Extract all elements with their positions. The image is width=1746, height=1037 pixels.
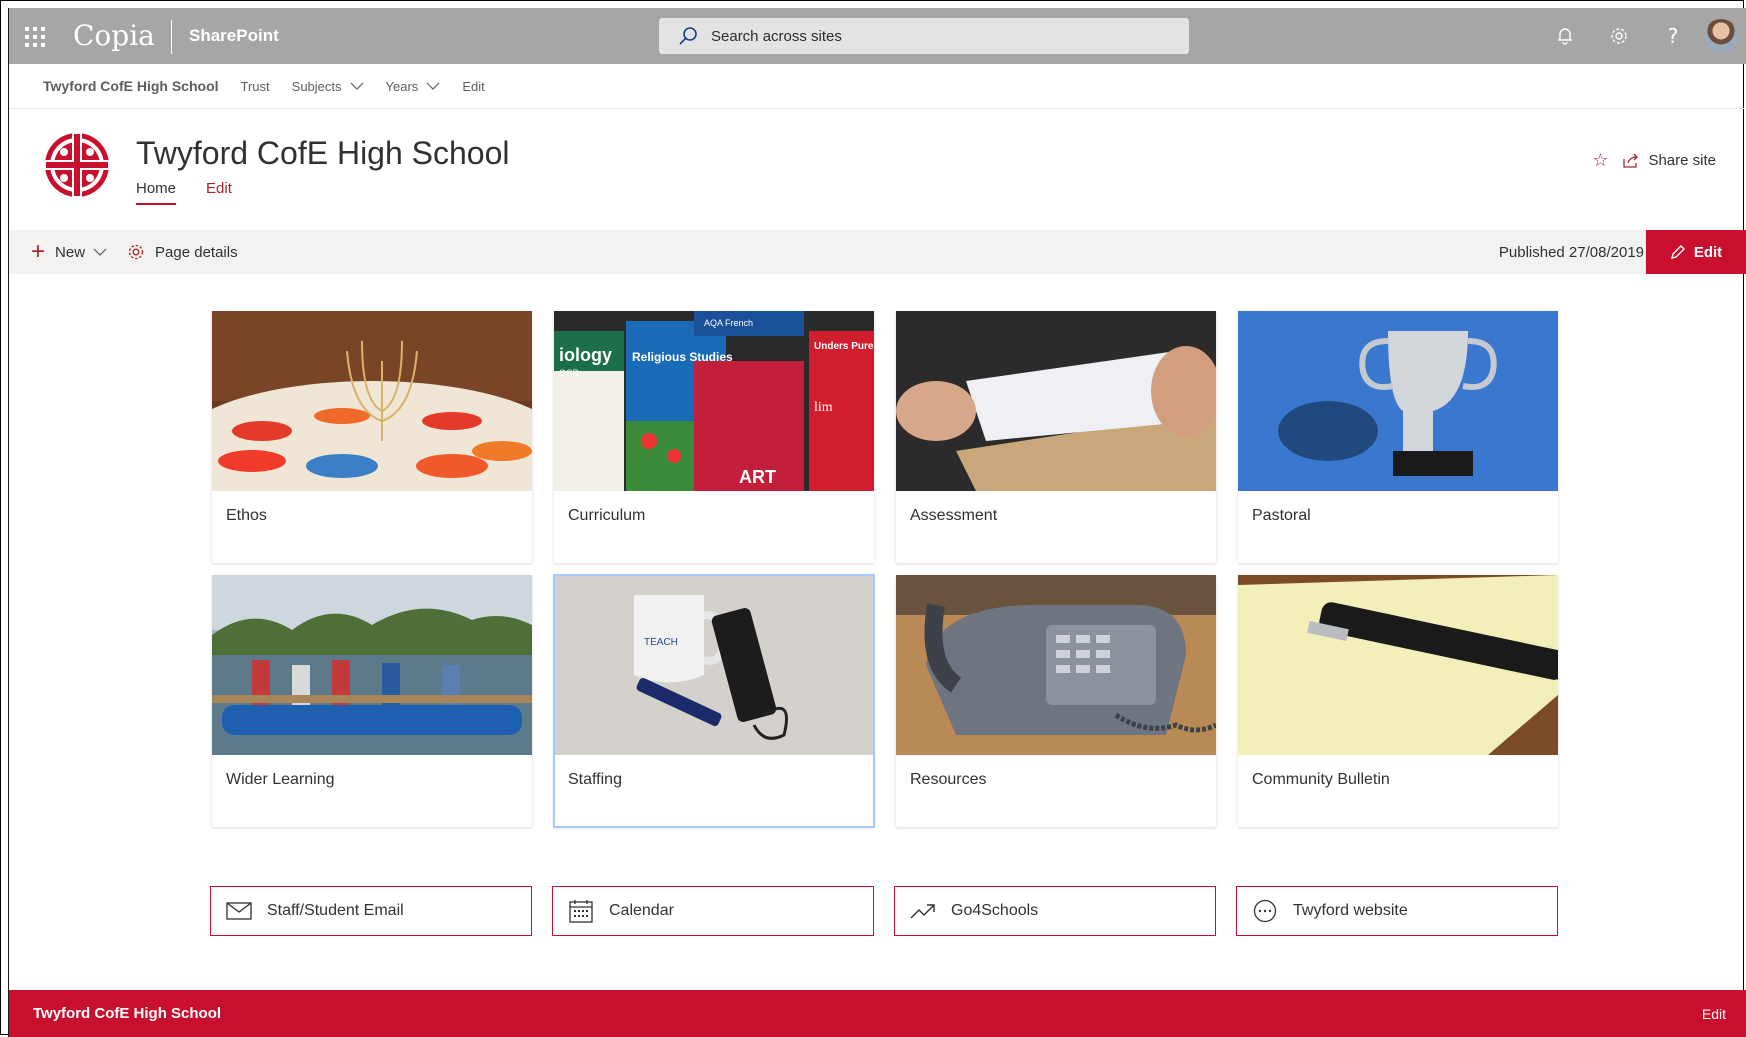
tile-label: Ethos <box>226 507 267 524</box>
quick-link-website[interactable]: Twyford website <box>1236 886 1558 936</box>
share-icon <box>1623 153 1639 168</box>
quick-link-email[interactable]: Staff/Student Email <box>210 886 532 936</box>
hub-nav-label: Trust <box>240 78 270 94</box>
product-name[interactable]: SharePoint <box>189 26 279 46</box>
resources-image <box>896 575 1216 755</box>
hub-nav-label: Subjects <box>291 78 342 94</box>
chevron-down-icon <box>350 82 363 90</box>
avatar[interactable] <box>1700 8 1746 64</box>
trending-icon <box>909 897 937 925</box>
assessment-image <box>896 311 1216 491</box>
share-site-label: Share site <box>1648 152 1716 169</box>
book-text-art: ART <box>739 467 776 487</box>
chevron-down-icon <box>93 248 107 256</box>
site-navigation: Home Edit <box>136 180 232 205</box>
chevron-down-icon <box>426 82 440 90</box>
curriculum-image: iology OCR Religious Studies AQA French … <box>554 311 874 491</box>
help-icon[interactable]: ? <box>1646 8 1700 64</box>
hub-home-link[interactable]: Twyford CofE High School <box>43 78 219 94</box>
site-title[interactable]: Twyford CofE High School <box>136 135 510 172</box>
book-text-aqa-french: AQA French <box>704 318 753 328</box>
book-text-ocr: OCR <box>559 368 580 378</box>
suite-bar: Copia SharePoint Search across sites ? <box>9 8 1746 64</box>
pastoral-image <box>1238 311 1558 491</box>
tile-label: Assessment <box>910 507 998 524</box>
hub-nav-edit[interactable]: Edit <box>462 79 484 94</box>
mail-icon <box>225 897 253 925</box>
quick-link-label: Calendar <box>609 902 674 919</box>
quick-link-calendar[interactable]: Calendar <box>552 886 874 936</box>
new-label: New <box>55 243 86 261</box>
pencil-icon <box>1670 245 1685 259</box>
tile-staffing[interactable]: TEACH Staffing <box>553 574 875 828</box>
mug-text: TEACH <box>644 637 678 648</box>
gear-icon[interactable] <box>1592 8 1646 64</box>
search-placeholder: Search across sites <box>711 27 842 45</box>
tab-edit[interactable]: Edit <box>206 180 232 205</box>
waffle-icon[interactable] <box>23 25 47 49</box>
wider-learning-image <box>212 575 532 755</box>
quick-link-label: Go4Schools <box>951 902 1039 919</box>
site-footer: Twyford CofE High School Edit <box>9 990 1746 1037</box>
page-details-label: Page details <box>155 243 238 261</box>
footer-site-name[interactable]: Twyford CofE High School <box>33 1005 221 1022</box>
tab-home[interactable]: Home <box>136 180 177 205</box>
tile-grid: Ethos iology OCR Religious Studies AQA F… <box>212 311 1558 828</box>
tile-label: Wider Learning <box>226 771 335 788</box>
tile-wider-learning[interactable]: Wider Learning <box>212 575 532 827</box>
edit-page-label: Edit <box>1693 243 1723 261</box>
new-button[interactable]: + New <box>31 230 107 274</box>
search-box[interactable]: Search across sites <box>659 18 1189 54</box>
command-bar: + New Page details Published 27/08/2019 … <box>9 230 1746 274</box>
tile-resources[interactable]: Resources <box>896 575 1216 827</box>
tile-curriculum[interactable]: iology OCR Religious Studies AQA French … <box>554 311 874 563</box>
globe-icon <box>1251 897 1279 925</box>
tile-label: Curriculum <box>568 507 646 524</box>
share-site-button[interactable]: Share site <box>1622 152 1716 169</box>
staffing-image: TEACH <box>554 575 874 755</box>
tile-community-bulletin[interactable]: Community Bulletin <box>1238 575 1558 827</box>
footer-edit-link[interactable]: Edit <box>1702 1006 1726 1022</box>
page-details-button[interactable]: Page details <box>127 230 238 274</box>
gear-icon <box>128 244 144 260</box>
brand-name[interactable]: Copia <box>73 16 155 56</box>
quick-link-label: Twyford website <box>1293 902 1408 919</box>
plus-icon: + <box>31 238 46 265</box>
tile-label: Community Bulletin <box>1252 771 1390 788</box>
school-logo[interactable] <box>42 130 112 200</box>
tile-ethos[interactable]: Ethos <box>212 311 532 563</box>
hub-navigation: Twyford CofE High School Trust Subjects … <box>9 64 1746 109</box>
quick-link-label: Staff/Student Email <box>267 902 404 919</box>
hub-nav-trust[interactable]: Trust <box>241 79 270 94</box>
hub-nav-years[interactable]: Years <box>386 79 441 94</box>
site-actions: ☆ Share site <box>1592 150 1716 171</box>
book-text-lim: lim <box>814 400 833 415</box>
quick-link-go4schools[interactable]: Go4Schools <box>894 886 1216 936</box>
bell-icon[interactable] <box>1538 8 1592 64</box>
hub-nav-label: Years <box>385 78 419 94</box>
published-status: Published 27/08/2019 <box>1498 243 1644 261</box>
tile-pastoral[interactable]: Pastoral <box>1238 311 1558 563</box>
tile-assessment[interactable]: Assessment <box>896 311 1216 563</box>
tile-label: Resources <box>910 771 987 788</box>
tile-label: Pastoral <box>1252 507 1311 524</box>
edit-page-button[interactable]: Edit <box>1646 230 1746 274</box>
search-icon <box>679 27 697 45</box>
ethos-image <box>212 311 532 491</box>
brand-divider <box>171 20 172 54</box>
book-text-pure-maths: Unders Pure Mather <box>814 341 874 352</box>
tile-label: Staffing <box>568 771 622 788</box>
community-bulletin-image <box>1238 575 1558 755</box>
hub-nav-subjects[interactable]: Subjects <box>292 79 364 94</box>
hub-nav-label: Edit <box>462 78 485 94</box>
follow-star-icon[interactable]: ☆ <box>1592 150 1608 171</box>
calendar-icon <box>567 897 595 925</box>
book-text-biology: iology <box>559 345 612 365</box>
quick-links: Staff/Student Email Calendar Go4Schools … <box>210 886 1558 936</box>
